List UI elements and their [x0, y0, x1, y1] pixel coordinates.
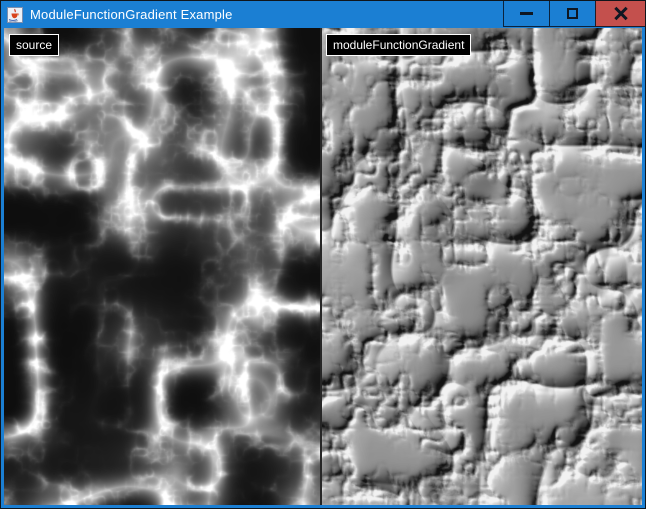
- app-window: ModuleFunctionGradient Example source mo…: [0, 0, 646, 509]
- content-area: source moduleFunctionGradient: [4, 28, 642, 505]
- minimize-icon: [520, 12, 533, 15]
- minimize-button[interactable]: [503, 1, 549, 27]
- maximize-button[interactable]: [549, 1, 595, 27]
- module-function-gradient-image: [322, 28, 642, 505]
- close-button[interactable]: [595, 1, 645, 27]
- source-label: source: [9, 34, 59, 56]
- titlebar[interactable]: ModuleFunctionGradient Example: [1, 1, 645, 28]
- module-function-gradient-label: moduleFunctionGradient: [326, 34, 471, 56]
- maximize-icon: [567, 8, 578, 19]
- window-controls: [503, 1, 645, 27]
- close-icon: [614, 7, 628, 21]
- window-title: ModuleFunctionGradient Example: [30, 7, 233, 22]
- source-image: [4, 28, 320, 505]
- java-coffee-cup-icon: [7, 7, 23, 23]
- source-panel: source: [4, 28, 320, 505]
- module-function-gradient-panel: moduleFunctionGradient: [322, 28, 642, 505]
